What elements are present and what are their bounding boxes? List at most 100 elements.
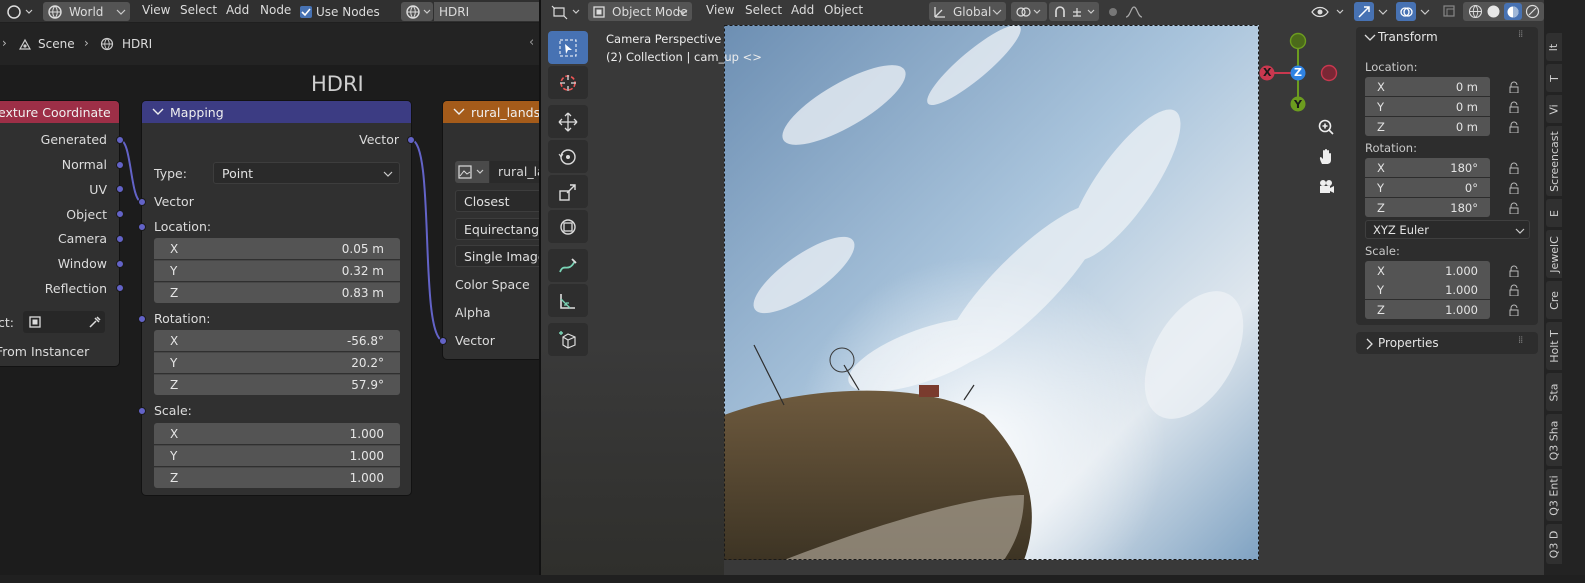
socket-rotation[interactable] [138, 315, 146, 323]
interpolation-dropdown[interactable]: Closest [455, 190, 539, 212]
orientation-dropdown[interactable]: Global [929, 2, 1006, 21]
socket-window[interactable] [116, 260, 124, 268]
tab-q3-enti[interactable]: Q3 Enti [1546, 469, 1562, 521]
annotate-tool[interactable] [548, 249, 588, 282]
collapse-chevron-icon[interactable] [453, 107, 465, 117]
lock-icon[interactable] [1508, 162, 1520, 174]
scale-y-field[interactable]: Y 1.000 [1365, 280, 1490, 299]
lock-icon[interactable] [1508, 202, 1520, 214]
scale-x-field[interactable]: X 1.000 [1365, 261, 1490, 280]
lock-icon[interactable] [1508, 265, 1520, 277]
zoom-button[interactable] [1312, 113, 1340, 141]
mode-dropdown[interactable]: Object Mode [588, 2, 692, 21]
socket-mapping-vector[interactable] [138, 198, 146, 206]
expand-chevron-icon[interactable] [1365, 338, 1375, 350]
properties-panel[interactable]: Properties ⁞⁞ [1356, 332, 1538, 354]
lock-icon[interactable] [1508, 81, 1520, 93]
tab-q3-sha[interactable]: Q3 Sha [1546, 414, 1562, 466]
rotation-x-field[interactable]: X -56.8° [154, 330, 400, 351]
add-cube-tool[interactable] [548, 323, 588, 356]
from-instancer-checkbox-label[interactable]: From Instancer [0, 344, 89, 359]
environment-texture-node[interactable]: rural_landsc rural_la Closest Equirectan… [443, 101, 539, 359]
rotation-z-field[interactable]: Z 57.9° [154, 374, 400, 395]
rotation-y-field[interactable]: Y 0° [1365, 178, 1490, 197]
socket-camera[interactable] [116, 235, 124, 243]
tab-holt[interactable]: Holt T [1546, 322, 1562, 370]
object-field[interactable] [23, 311, 105, 333]
lock-icon[interactable] [1508, 304, 1520, 316]
tab-q3-d[interactable]: Q3 D [1546, 524, 1562, 564]
socket-generated[interactable] [116, 136, 124, 144]
visibility-dropdown[interactable] [1311, 2, 1351, 21]
material-shading-icon[interactable] [1503, 3, 1522, 20]
drag-handle-icon[interactable]: ⁞⁞ [1518, 29, 1523, 40]
location-x-field[interactable]: X 0 m [1365, 77, 1490, 96]
rotation-z-field[interactable]: Z 180° [1365, 198, 1490, 217]
socket-location[interactable] [138, 223, 146, 231]
proportional-edit-group[interactable] [1106, 2, 1156, 21]
rendered-shading-icon[interactable] [1525, 4, 1540, 19]
socket-normal[interactable] [116, 161, 124, 169]
socket-mapping-output[interactable] [407, 136, 415, 144]
socket-env-vector[interactable] [439, 337, 447, 345]
tab-sta[interactable]: Sta [1546, 373, 1562, 411]
location-z-field[interactable]: Z 0.83 m [154, 282, 400, 303]
tab-jewelc[interactable]: JewelC [1546, 230, 1562, 278]
socket-uv[interactable] [116, 185, 124, 193]
gizmo-toggle[interactable] [1354, 2, 1394, 21]
lock-icon[interactable] [1508, 101, 1520, 113]
scale-y-field[interactable]: Y 1.000 [154, 445, 400, 466]
eyedropper-icon[interactable] [87, 315, 101, 329]
tab-view[interactable]: Vi [1546, 95, 1562, 123]
move-tool[interactable] [548, 105, 588, 138]
location-y-field[interactable]: Y 0 m [1365, 97, 1490, 116]
location-y-field[interactable]: Y 0.32 m [154, 260, 400, 281]
transform-tool[interactable] [548, 210, 588, 243]
menu-view[interactable]: View [706, 3, 734, 17]
tab-cre[interactable]: Cre [1546, 281, 1562, 319]
rotate-tool[interactable] [548, 140, 588, 173]
snap-group[interactable] [1049, 2, 1099, 21]
collapse-chevron-icon[interactable] [152, 107, 164, 117]
rotation-y-field[interactable]: Y 20.2° [154, 352, 400, 373]
type-dropdown[interactable]: Point [213, 162, 400, 184]
scale-z-field[interactable]: Z 1.000 [154, 467, 400, 488]
camera-view-button[interactable] [1312, 173, 1340, 201]
collapse-chevron-icon[interactable] [1364, 33, 1376, 43]
socket-scale[interactable] [138, 407, 146, 415]
location-x-field[interactable]: X 0.05 m [154, 238, 400, 259]
overlays-toggle[interactable] [1396, 2, 1436, 21]
wireframe-shading-icon[interactable] [1468, 4, 1483, 19]
rotation-x-field[interactable]: X 180° [1365, 158, 1490, 177]
pan-button[interactable] [1312, 143, 1340, 171]
cursor-tool[interactable] [548, 66, 588, 99]
lock-icon[interactable] [1508, 182, 1520, 194]
menu-select[interactable]: Select [745, 3, 782, 17]
transform-title[interactable]: Transform [1378, 30, 1438, 44]
socket-object[interactable] [116, 210, 124, 218]
lock-icon[interactable] [1508, 121, 1520, 133]
texture-coordinate-node[interactable]: exture Coordinate Generated Normal UV Ob… [0, 101, 119, 366]
image-browse-button[interactable] [455, 161, 489, 183]
source-dropdown[interactable]: Single Image [455, 245, 539, 267]
lock-icon[interactable] [1508, 284, 1520, 296]
projection-dropdown[interactable]: Equirectangul [455, 218, 539, 240]
drag-handle-icon[interactable]: ⁞⁞ [1518, 335, 1523, 346]
tab-e[interactable]: E [1546, 199, 1562, 227]
tab-item[interactable]: lt [1546, 33, 1562, 61]
location-z-field[interactable]: Z 0 m [1365, 117, 1490, 136]
xray-icon[interactable] [1442, 4, 1456, 18]
pivot-dropdown[interactable] [1011, 2, 1047, 21]
rotation-mode-dropdown[interactable]: XYZ Euler [1365, 220, 1530, 239]
node-editor[interactable]: World View Select Add Node Use Nodes HDR… [0, 0, 539, 575]
menu-object[interactable]: Object [824, 3, 863, 17]
tab-tool[interactable]: T [1546, 64, 1562, 92]
tab-screencast[interactable]: Screencast [1546, 126, 1562, 196]
menu-add[interactable]: Add [791, 3, 814, 17]
scale-x-field[interactable]: X 1.000 [154, 423, 400, 444]
editor-type-button[interactable] [551, 2, 587, 21]
socket-reflection[interactable] [116, 284, 124, 292]
measure-tool[interactable] [548, 284, 588, 317]
mapping-node[interactable]: Mapping Vector Type: Point Vector Locati… [142, 101, 411, 495]
scale-z-field[interactable]: Z 1.000 [1365, 300, 1490, 319]
